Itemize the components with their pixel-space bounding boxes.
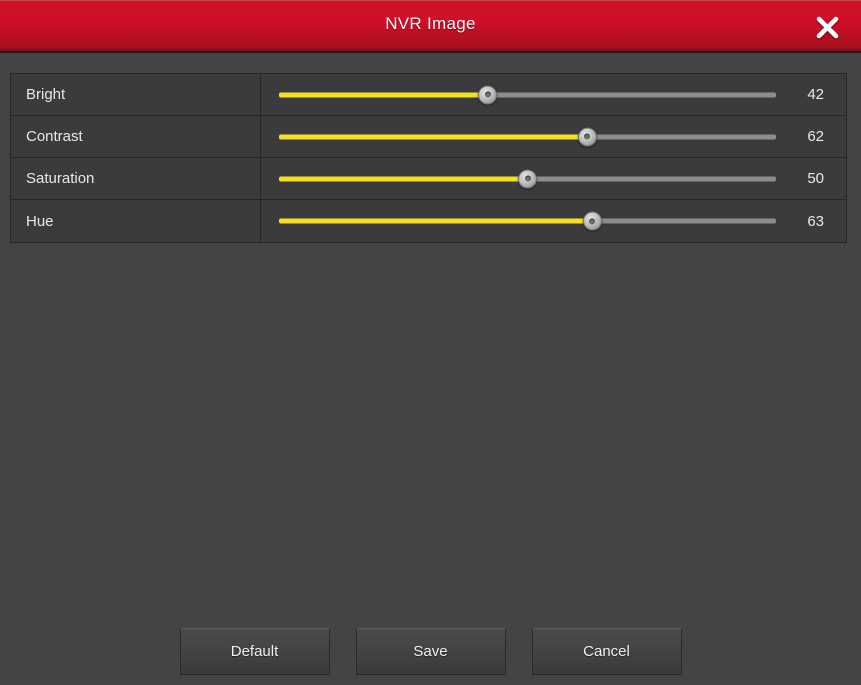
slider-fill	[279, 218, 593, 224]
slider-value-hue: 63	[807, 212, 824, 230]
slider-value-bright: 42	[807, 86, 824, 103]
slider-handle[interactable]	[518, 169, 537, 188]
save-button[interactable]: Save	[355, 628, 506, 675]
slider-fill	[279, 92, 488, 97]
close-button[interactable]	[807, 8, 847, 46]
slider-handle[interactable]	[577, 127, 597, 146]
slider-value-contrast: 62	[807, 128, 824, 145]
setting-slider-cell-contrast: 62	[261, 116, 846, 157]
default-button[interactable]: Default	[179, 628, 330, 675]
setting-slider-cell-hue: 63	[261, 200, 846, 242]
setting-label-text: Saturation	[26, 170, 95, 187]
dialog-footer: Default Save Cancel	[0, 628, 861, 675]
nvr-image-dialog: NVR Image Bright 42 Contrast 62 Saturati…	[0, 0, 861, 685]
slider-bright[interactable]	[279, 84, 776, 106]
table-row: Saturation 50	[11, 158, 846, 200]
slider-handle[interactable]	[582, 211, 602, 231]
slider-contrast[interactable]	[279, 126, 776, 148]
close-icon	[814, 14, 841, 41]
slider-fill	[279, 176, 528, 181]
setting-label-text: Bright	[26, 86, 66, 103]
setting-label-text: Contrast	[26, 128, 83, 145]
slider-saturation[interactable]	[279, 168, 776, 190]
image-settings-table: Bright 42 Contrast 62 Saturation 50 Hue …	[10, 73, 847, 243]
setting-slider-cell-bright: 42	[261, 74, 846, 115]
setting-label-bright: Bright	[11, 74, 261, 115]
cancel-button[interactable]: Cancel	[531, 628, 682, 675]
title-bar: NVR Image	[0, 0, 861, 53]
setting-label-saturation: Saturation	[11, 158, 261, 199]
slider-fill	[279, 134, 588, 139]
slider-hue[interactable]	[279, 210, 776, 232]
setting-slider-cell-saturation: 50	[261, 158, 846, 199]
page-title: NVR Image	[385, 14, 476, 33]
slider-handle[interactable]	[478, 85, 498, 104]
setting-label-contrast: Contrast	[11, 116, 261, 157]
setting-label-hue: Hue	[11, 200, 261, 242]
table-row: Hue 63	[11, 200, 846, 242]
table-row: Bright 42	[11, 74, 846, 116]
setting-label-text: Hue	[26, 212, 54, 230]
table-row: Contrast 62	[11, 116, 846, 158]
slider-value-saturation: 50	[807, 170, 824, 187]
